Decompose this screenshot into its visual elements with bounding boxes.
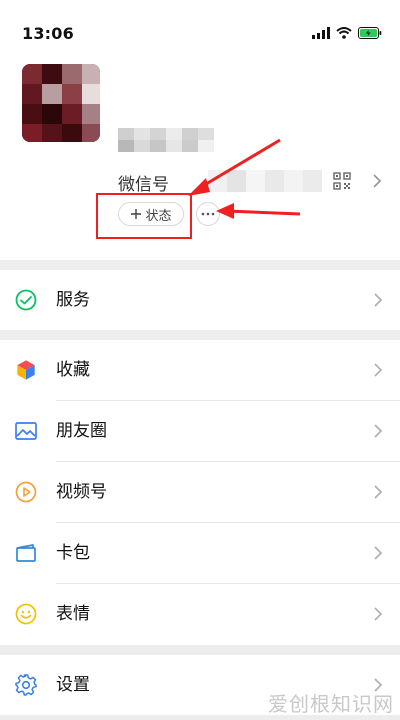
- favorites-cube-icon: [16, 359, 36, 381]
- menu-label-stickers: 表情: [56, 604, 90, 624]
- menu-item-favorites[interactable]: 收藏: [0, 340, 400, 400]
- services-icon: [15, 289, 37, 311]
- stickers-smile-icon: [15, 603, 37, 625]
- menu-label-favorites: 收藏: [56, 360, 90, 380]
- menu-item-stickers[interactable]: 表情: [0, 584, 400, 644]
- moments-image-icon: [15, 422, 37, 440]
- menu-item-moments[interactable]: 朋友圈: [0, 401, 400, 461]
- cards-wallet-icon: [16, 544, 36, 562]
- chevron-right-icon: [374, 546, 383, 560]
- section-gap: [0, 260, 400, 270]
- menu-item-services[interactable]: 服务: [0, 270, 400, 330]
- section-gap: [0, 645, 400, 655]
- watermark-text: 爱创根知识网: [268, 692, 394, 716]
- menu-label-moments: 朋友圈: [56, 421, 107, 441]
- menu-label-services: 服务: [56, 290, 90, 310]
- menu-item-channels[interactable]: 视频号: [0, 462, 400, 522]
- settings-gear-icon: [15, 674, 37, 696]
- chevron-right-icon: [374, 293, 383, 307]
- section-gap: [0, 330, 400, 340]
- chevron-right-icon: [374, 424, 383, 438]
- menu-label-cards: 卡包: [56, 543, 90, 563]
- chevron-right-icon: [374, 485, 383, 499]
- chevron-right-icon: [374, 607, 383, 621]
- chevron-right-icon: [374, 363, 383, 377]
- menu-label-settings: 设置: [56, 675, 90, 695]
- menu-item-cards[interactable]: 卡包: [0, 523, 400, 583]
- menu-label-channels: 视频号: [56, 482, 107, 502]
- channels-play-icon: [15, 481, 37, 503]
